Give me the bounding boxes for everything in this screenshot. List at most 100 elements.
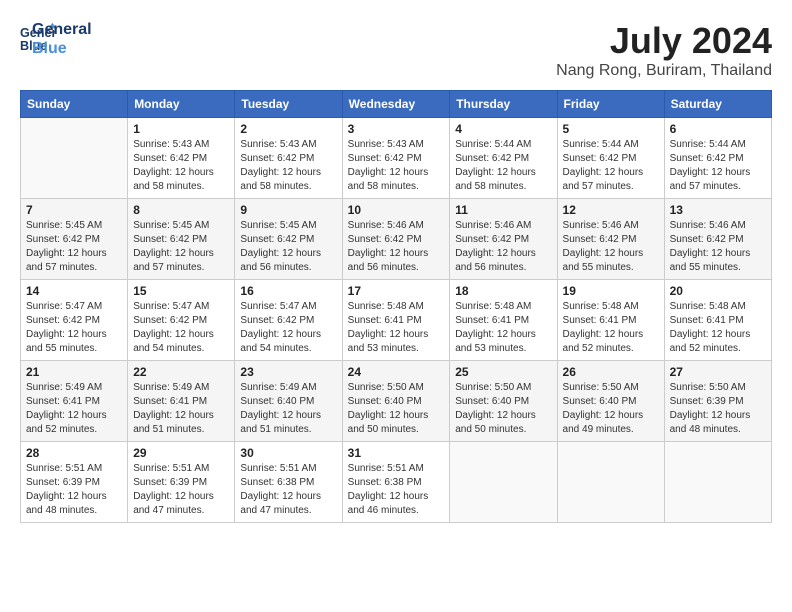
- day-number: 22: [133, 365, 229, 379]
- col-sunday: Sunday: [21, 91, 128, 118]
- day-number: 31: [348, 446, 445, 460]
- table-row: 12 Sunrise: 5:46 AMSunset: 6:42 PMDaylig…: [557, 199, 664, 280]
- calendar-week-row: 28 Sunrise: 5:51 AMSunset: 6:39 PMDaylig…: [21, 442, 772, 523]
- table-row: 29 Sunrise: 5:51 AMSunset: 6:39 PMDaylig…: [128, 442, 235, 523]
- day-info: Sunrise: 5:47 AMSunset: 6:42 PMDaylight:…: [240, 300, 336, 356]
- day-info: Sunrise: 5:50 AMSunset: 6:40 PMDaylight:…: [348, 381, 445, 437]
- col-monday: Monday: [128, 91, 235, 118]
- table-row: 1 Sunrise: 5:43 AMSunset: 6:42 PMDayligh…: [128, 118, 235, 199]
- table-row: 2 Sunrise: 5:43 AMSunset: 6:42 PMDayligh…: [235, 118, 342, 199]
- day-number: 16: [240, 284, 336, 298]
- table-row: 20 Sunrise: 5:48 AMSunset: 6:41 PMDaylig…: [664, 280, 771, 361]
- table-row: 10 Sunrise: 5:46 AMSunset: 6:42 PMDaylig…: [342, 199, 450, 280]
- calendar-week-row: 7 Sunrise: 5:45 AMSunset: 6:42 PMDayligh…: [21, 199, 772, 280]
- day-info: Sunrise: 5:48 AMSunset: 6:41 PMDaylight:…: [455, 300, 551, 356]
- day-number: 2: [240, 122, 336, 136]
- table-row: 26 Sunrise: 5:50 AMSunset: 6:40 PMDaylig…: [557, 361, 664, 442]
- calendar-week-row: 14 Sunrise: 5:47 AMSunset: 6:42 PMDaylig…: [21, 280, 772, 361]
- calendar-week-row: 1 Sunrise: 5:43 AMSunset: 6:42 PMDayligh…: [21, 118, 772, 199]
- table-row: 16 Sunrise: 5:47 AMSunset: 6:42 PMDaylig…: [235, 280, 342, 361]
- header: General Blue General Blue July 2024 Nang…: [20, 20, 772, 80]
- day-number: 24: [348, 365, 445, 379]
- day-number: 5: [563, 122, 659, 136]
- day-number: 8: [133, 203, 229, 217]
- table-row: 7 Sunrise: 5:45 AMSunset: 6:42 PMDayligh…: [21, 199, 128, 280]
- day-number: 9: [240, 203, 336, 217]
- day-info: Sunrise: 5:44 AMSunset: 6:42 PMDaylight:…: [670, 138, 766, 194]
- location: Nang Rong, Buriram, Thailand: [556, 62, 772, 80]
- table-row: 4 Sunrise: 5:44 AMSunset: 6:42 PMDayligh…: [450, 118, 557, 199]
- day-number: 4: [455, 122, 551, 136]
- day-number: 21: [26, 365, 122, 379]
- day-number: 7: [26, 203, 122, 217]
- day-number: 12: [563, 203, 659, 217]
- table-row: [21, 118, 128, 199]
- day-info: Sunrise: 5:48 AMSunset: 6:41 PMDaylight:…: [563, 300, 659, 356]
- day-info: Sunrise: 5:44 AMSunset: 6:42 PMDaylight:…: [563, 138, 659, 194]
- table-row: [664, 442, 771, 523]
- day-number: 18: [455, 284, 551, 298]
- day-info: Sunrise: 5:45 AMSunset: 6:42 PMDaylight:…: [240, 219, 336, 275]
- day-info: Sunrise: 5:46 AMSunset: 6:42 PMDaylight:…: [455, 219, 551, 275]
- day-info: Sunrise: 5:45 AMSunset: 6:42 PMDaylight:…: [26, 219, 122, 275]
- table-row: 19 Sunrise: 5:48 AMSunset: 6:41 PMDaylig…: [557, 280, 664, 361]
- day-number: 28: [26, 446, 122, 460]
- table-row: 17 Sunrise: 5:48 AMSunset: 6:41 PMDaylig…: [342, 280, 450, 361]
- day-number: 26: [563, 365, 659, 379]
- day-info: Sunrise: 5:47 AMSunset: 6:42 PMDaylight:…: [133, 300, 229, 356]
- day-info: Sunrise: 5:46 AMSunset: 6:42 PMDaylight:…: [348, 219, 445, 275]
- day-number: 17: [348, 284, 445, 298]
- day-number: 13: [670, 203, 766, 217]
- day-info: Sunrise: 5:43 AMSunset: 6:42 PMDaylight:…: [240, 138, 336, 194]
- day-info: Sunrise: 5:50 AMSunset: 6:39 PMDaylight:…: [670, 381, 766, 437]
- table-row: 6 Sunrise: 5:44 AMSunset: 6:42 PMDayligh…: [664, 118, 771, 199]
- col-saturday: Saturday: [664, 91, 771, 118]
- table-row: 24 Sunrise: 5:50 AMSunset: 6:40 PMDaylig…: [342, 361, 450, 442]
- table-row: 21 Sunrise: 5:49 AMSunset: 6:41 PMDaylig…: [21, 361, 128, 442]
- day-info: Sunrise: 5:50 AMSunset: 6:40 PMDaylight:…: [455, 381, 551, 437]
- day-info: Sunrise: 5:47 AMSunset: 6:42 PMDaylight:…: [26, 300, 122, 356]
- table-row: 23 Sunrise: 5:49 AMSunset: 6:40 PMDaylig…: [235, 361, 342, 442]
- col-tuesday: Tuesday: [235, 91, 342, 118]
- day-number: 19: [563, 284, 659, 298]
- table-row: 28 Sunrise: 5:51 AMSunset: 6:39 PMDaylig…: [21, 442, 128, 523]
- calendar-week-row: 21 Sunrise: 5:49 AMSunset: 6:41 PMDaylig…: [21, 361, 772, 442]
- day-number: 3: [348, 122, 445, 136]
- calendar-header-row: Sunday Monday Tuesday Wednesday Thursday…: [21, 91, 772, 118]
- day-number: 14: [26, 284, 122, 298]
- day-info: Sunrise: 5:49 AMSunset: 6:41 PMDaylight:…: [26, 381, 122, 437]
- day-info: Sunrise: 5:51 AMSunset: 6:39 PMDaylight:…: [133, 462, 229, 518]
- day-info: Sunrise: 5:50 AMSunset: 6:40 PMDaylight:…: [563, 381, 659, 437]
- table-row: 5 Sunrise: 5:44 AMSunset: 6:42 PMDayligh…: [557, 118, 664, 199]
- col-friday: Friday: [557, 91, 664, 118]
- day-number: 10: [348, 203, 445, 217]
- day-info: Sunrise: 5:48 AMSunset: 6:41 PMDaylight:…: [348, 300, 445, 356]
- table-row: 3 Sunrise: 5:43 AMSunset: 6:42 PMDayligh…: [342, 118, 450, 199]
- day-number: 29: [133, 446, 229, 460]
- day-number: 11: [455, 203, 551, 217]
- day-info: Sunrise: 5:46 AMSunset: 6:42 PMDaylight:…: [670, 219, 766, 275]
- day-number: 20: [670, 284, 766, 298]
- day-number: 15: [133, 284, 229, 298]
- day-info: Sunrise: 5:46 AMSunset: 6:42 PMDaylight:…: [563, 219, 659, 275]
- table-row: 15 Sunrise: 5:47 AMSunset: 6:42 PMDaylig…: [128, 280, 235, 361]
- day-number: 6: [670, 122, 766, 136]
- table-row: 9 Sunrise: 5:45 AMSunset: 6:42 PMDayligh…: [235, 199, 342, 280]
- table-row: 30 Sunrise: 5:51 AMSunset: 6:38 PMDaylig…: [235, 442, 342, 523]
- day-info: Sunrise: 5:51 AMSunset: 6:39 PMDaylight:…: [26, 462, 122, 518]
- month-year: July 2024: [556, 20, 772, 62]
- day-info: Sunrise: 5:48 AMSunset: 6:41 PMDaylight:…: [670, 300, 766, 356]
- day-info: Sunrise: 5:43 AMSunset: 6:42 PMDaylight:…: [348, 138, 445, 194]
- table-row: 31 Sunrise: 5:51 AMSunset: 6:38 PMDaylig…: [342, 442, 450, 523]
- logo-blue: Blue: [32, 39, 92, 58]
- table-row: 13 Sunrise: 5:46 AMSunset: 6:42 PMDaylig…: [664, 199, 771, 280]
- day-info: Sunrise: 5:49 AMSunset: 6:41 PMDaylight:…: [133, 381, 229, 437]
- day-number: 27: [670, 365, 766, 379]
- day-number: 25: [455, 365, 551, 379]
- day-number: 30: [240, 446, 336, 460]
- day-info: Sunrise: 5:51 AMSunset: 6:38 PMDaylight:…: [240, 462, 336, 518]
- table-row: [557, 442, 664, 523]
- table-row: 18 Sunrise: 5:48 AMSunset: 6:41 PMDaylig…: [450, 280, 557, 361]
- day-info: Sunrise: 5:51 AMSunset: 6:38 PMDaylight:…: [348, 462, 445, 518]
- table-row: 11 Sunrise: 5:46 AMSunset: 6:42 PMDaylig…: [450, 199, 557, 280]
